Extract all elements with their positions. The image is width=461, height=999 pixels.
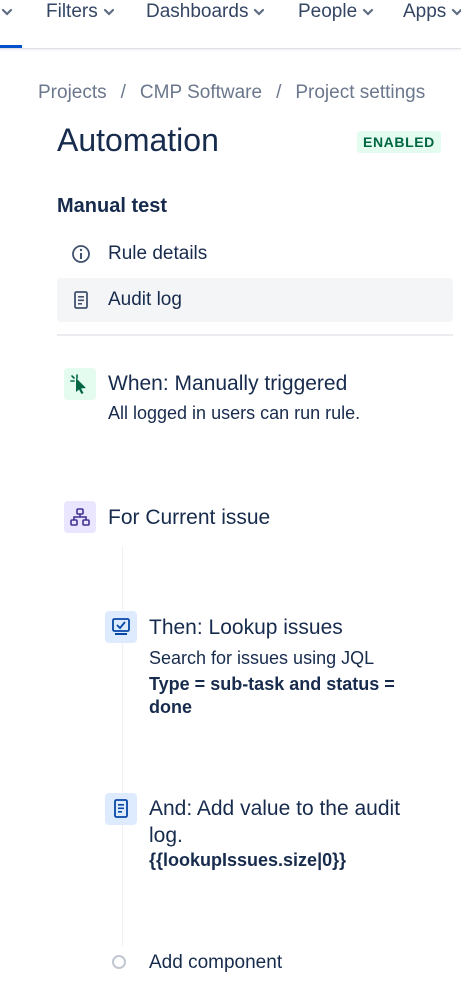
menu-item-label: Audit log — [108, 289, 182, 310]
chevron-down-icon — [103, 8, 114, 16]
lookup-title: Then: Lookup issues — [149, 616, 343, 639]
trigger-title: When: Manually triggered — [108, 372, 348, 395]
trigger-icon-box — [64, 368, 96, 400]
rule-name: Manual test — [57, 195, 168, 217]
audit-title-line: And: Add value to the audit — [149, 797, 401, 820]
add-circle-icon — [112, 955, 126, 969]
menu-item-label: Rule details — [108, 243, 208, 264]
branch-title: For Current issue — [108, 506, 271, 529]
audit-log-menu-item[interactable]: Audit log — [57, 278, 453, 322]
audit-icon-box — [105, 793, 137, 825]
audit-title: And: Add value to the audit log. — [149, 795, 400, 849]
lookup-jql-line: Type = sub-task and status = — [149, 674, 395, 694]
chevron-down-icon — [452, 8, 461, 16]
trigger-description: All logged in users can run rule. — [108, 403, 361, 423]
top-navigation: Filters Dashboards People Apps — [0, 0, 461, 49]
audit-log-icon — [114, 799, 128, 818]
nav-item-filters[interactable]: Filters — [46, 0, 116, 24]
breadcrumb: Projects / CMP Software / Project settings — [38, 82, 425, 104]
section-divider — [57, 334, 453, 336]
cursor-icon — [70, 374, 86, 394]
nav-item-label: Filters — [46, 1, 98, 22]
rule-details-menu-item[interactable]: Rule details — [57, 232, 453, 276]
nav-item-label: Dashboards — [146, 1, 249, 22]
lookup-jql-line: done — [149, 697, 192, 717]
status-badge: ENABLED — [357, 131, 441, 153]
chevron-down-icon — [1, 8, 13, 16]
chevron-down-icon — [254, 8, 265, 16]
nav-item-partial-chevron[interactable] — [0, 0, 14, 24]
page-title: Automation — [57, 122, 219, 158]
branch-icon-box — [64, 501, 96, 533]
document-icon — [74, 291, 88, 309]
nav-item-dashboards[interactable]: Dashboards — [146, 0, 266, 24]
audit-title-line: log. — [149, 824, 183, 847]
nav-item-label: People — [298, 1, 358, 22]
breadcrumb-projects-link[interactable]: Projects — [38, 82, 107, 103]
lookup-icon-box — [105, 611, 137, 643]
nav-item-label: Apps — [403, 1, 447, 22]
chevron-down-icon — [363, 8, 374, 16]
info-icon — [72, 245, 90, 263]
lookup-jql: Type = sub-task and status = done — [149, 673, 395, 719]
nav-item-people[interactable]: People — [298, 0, 375, 24]
breadcrumb-separator: / — [120, 82, 126, 103]
breadcrumb-project-link[interactable]: CMP Software — [140, 82, 262, 103]
nav-active-indicator — [0, 45, 22, 48]
hierarchy-icon — [70, 508, 90, 526]
breadcrumb-separator: / — [276, 82, 282, 103]
lookup-description: Search for issues using JQL — [149, 648, 375, 668]
nav-item-apps[interactable]: Apps — [403, 0, 461, 24]
component-connector-line — [122, 546, 123, 946]
audit-smart-value: {{lookupIssues.size|0}} — [149, 850, 347, 870]
lookup-icon — [112, 618, 130, 635]
add-component-label: Add component — [149, 952, 283, 973]
breadcrumb-settings-link[interactable]: Project settings — [295, 82, 425, 103]
